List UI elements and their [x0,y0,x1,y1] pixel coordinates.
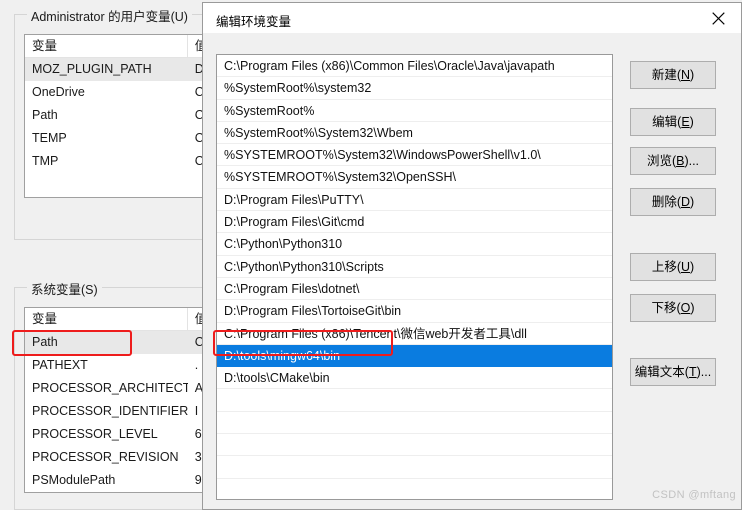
path-entry-row[interactable]: C:\Python\Python310\Scripts [217,256,612,278]
user-variables-legend: Administrator 的用户变量(U) [27,6,192,25]
variable-name-cell: TMP [32,154,59,168]
path-entry-row[interactable]: C:\Program Files (x86)\Tencent\微信web开发者工… [217,323,612,345]
close-icon[interactable] [696,3,741,33]
browse-button[interactable]: 浏览(B)... [630,147,716,175]
screen: Administrator 的用户变量(U) 变量 值 MOZ_PLUGIN_P… [0,0,742,510]
edit-text-button[interactable]: 编辑文本(T)... [630,358,716,386]
path-entry-row[interactable]: D:\tools\CMake\bin [217,367,612,390]
path-entry-row[interactable]: D:\tools\mingw64\bin [217,344,612,368]
edit-environment-variable-dialog: 编辑环境变量 C:\Program Files (x86)\Common Fil… [202,2,742,510]
variable-name-cell: Path [32,108,58,122]
variable-name-cell: PROCESSOR_REVISION [32,450,179,464]
watermark: CSDN @mftang [652,489,736,501]
path-entries-listbox[interactable]: C:\Program Files (x86)\Common Files\Orac… [216,54,613,500]
path-entry-row[interactable]: %SystemRoot%\system32 [217,77,612,100]
variable-name-cell: Path [32,335,58,349]
column-header-variable[interactable]: 变量 [25,35,188,57]
path-entry-row[interactable]: D:\Program Files\Git\cmd [217,211,612,234]
path-entry-row[interactable]: C:\Python\Python310 [217,233,612,256]
system-variables-legend: 系统变量(S) [27,279,102,298]
variable-name-cell: OneDrive [32,85,85,99]
variable-name-cell: PROCESSOR_LEVEL [32,427,158,441]
delete-button[interactable]: 删除(D) [630,188,716,216]
path-entry-row[interactable]: D:\Program Files\PuTTY\ [217,189,612,212]
path-entry-row[interactable]: D:\Program Files\TortoiseGit\bin [217,300,612,323]
path-entry-row[interactable]: %SYSTEMROOT%\System32\OpenSSH\ [217,166,612,189]
edit-button[interactable]: 编辑(E) [630,108,716,136]
path-entry-empty-row[interactable] [217,479,612,499]
path-entry-row[interactable]: %SystemRoot% [217,100,612,122]
variable-name-cell: PROCESSOR_IDENTIFIER [32,404,188,418]
new-button[interactable]: 新建(N) [630,61,716,89]
path-entry-row[interactable]: %SystemRoot%\System32\Wbem [217,122,612,145]
column-header-variable-sys[interactable]: 变量 [25,308,188,330]
move-down-button[interactable]: 下移(O) [630,294,716,322]
dialog-title: 编辑环境变量 [216,15,292,29]
path-entry-empty-row[interactable] [217,456,612,479]
variable-name-cell: PSModulePath [32,473,116,487]
path-entry-row[interactable]: C:\Program Files\dotnet\ [217,278,612,301]
variable-name-cell: TEMP [32,131,67,145]
path-entry-row[interactable]: C:\Program Files (x86)\Common Files\Orac… [217,55,612,78]
dialog-titlebar[interactable]: 编辑环境变量 [203,3,741,34]
path-entry-empty-row[interactable] [217,389,612,412]
move-up-button[interactable]: 上移(U) [630,253,716,281]
variable-name-cell: PROCESSOR_ARCHITECT... [32,381,188,395]
path-entry-row[interactable]: %SYSTEMROOT%\System32\WindowsPowerShell\… [217,144,612,167]
variable-name-cell: PATHEXT [32,358,88,372]
path-entry-empty-row[interactable] [217,434,612,457]
path-entry-empty-row[interactable] [217,412,612,435]
variable-name-cell: MOZ_PLUGIN_PATH [32,62,152,76]
